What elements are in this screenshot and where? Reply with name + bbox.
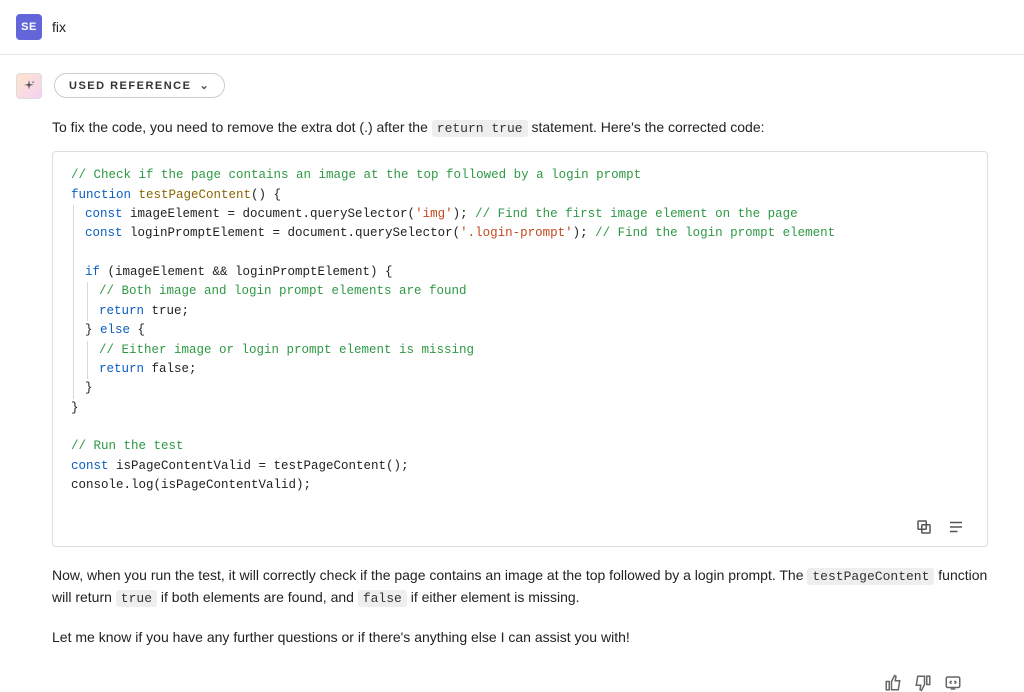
code-block-actions	[71, 496, 969, 536]
code-l8r: true;	[144, 304, 189, 318]
assistant-avatar	[16, 73, 42, 99]
outro1c: if both elements are found, and	[157, 589, 358, 605]
code-l2-fn: testPageContent	[131, 188, 251, 202]
code-l4: const	[85, 226, 123, 240]
intro-text-before: To fix the code, you need to remove the …	[52, 119, 432, 135]
user-avatar: SE	[16, 14, 42, 40]
code-l3: const	[85, 207, 123, 221]
code-l4b: );	[573, 226, 596, 240]
inline-code-false: false	[358, 590, 407, 607]
code-l9a: }	[85, 323, 100, 337]
code-l6: if	[85, 265, 100, 279]
code-l11: return	[99, 362, 144, 376]
outro-paragraph-2: Let me know if you have any further ques…	[52, 627, 988, 649]
outro1d: if either element is missing.	[407, 589, 580, 605]
code-l2-kw: function	[71, 188, 131, 202]
code-l13: }	[71, 401, 79, 415]
user-prompt-text: fix	[52, 19, 66, 35]
message-feedback-actions	[52, 660, 988, 692]
code-l16r: isPageContentValid = testPageContent();	[109, 459, 409, 473]
intro-text-after: statement. Here's the corrected code:	[528, 119, 765, 135]
inline-code-return-true: return true	[432, 120, 528, 137]
code-l12: }	[85, 381, 93, 395]
assistant-message-row: USED REFERENCE ⌄	[0, 55, 1024, 99]
copy-icon[interactable]	[915, 518, 933, 536]
regenerate-icon[interactable]	[944, 674, 962, 692]
code-l3a: imageElement = document.querySelector(	[123, 207, 416, 221]
code-l11r: false;	[144, 362, 197, 376]
code-l10: // Either image or login prompt element …	[99, 343, 474, 357]
code-l9k: else	[100, 323, 130, 337]
code-l7: // Both image and login prompt elements …	[99, 284, 467, 298]
code-block: // Check if the page contains an image a…	[52, 151, 988, 546]
avatar-initials: SE	[21, 21, 37, 33]
code-l3c: // Find the first image element on the p…	[475, 207, 798, 221]
assistant-content: To fix the code, you need to remove the …	[0, 117, 1024, 692]
code-l15: // Run the test	[71, 439, 184, 453]
user-message-row: SE fix	[0, 0, 1024, 55]
code-l4a: loginPromptElement = document.querySelec…	[123, 226, 461, 240]
wrap-icon[interactable]	[947, 518, 965, 536]
chevron-down-icon: ⌄	[199, 79, 210, 92]
code-l8: return	[99, 304, 144, 318]
code-l16: const	[71, 459, 109, 473]
thumbs-up-icon[interactable]	[884, 674, 902, 692]
intro-paragraph: To fix the code, you need to remove the …	[52, 117, 988, 139]
used-reference-pill[interactable]: USED REFERENCE ⌄	[54, 73, 225, 98]
outro1a: Now, when you run the test, it will corr…	[52, 567, 807, 583]
outro-paragraph-1: Now, when you run the test, it will corr…	[52, 565, 988, 609]
code-l9b: {	[130, 323, 145, 337]
thumbs-down-icon[interactable]	[914, 674, 932, 692]
used-reference-label: USED REFERENCE	[69, 80, 191, 92]
code-l17: console.log(isPageContentValid);	[71, 478, 311, 492]
code-l2-r: () {	[251, 188, 281, 202]
code-l6r: (imageElement && loginPromptElement) {	[100, 265, 393, 279]
sparkle-icon	[22, 79, 36, 93]
code-l3s: 'img'	[415, 207, 453, 221]
code-l3b: );	[453, 207, 476, 221]
code-l4c: // Find the login prompt element	[595, 226, 835, 240]
code-l1: // Check if the page contains an image a…	[71, 168, 641, 182]
inline-code-true: true	[116, 590, 157, 607]
inline-code-testpagecontent: testPageContent	[807, 568, 934, 585]
code-l4s: '.login-prompt'	[460, 226, 573, 240]
